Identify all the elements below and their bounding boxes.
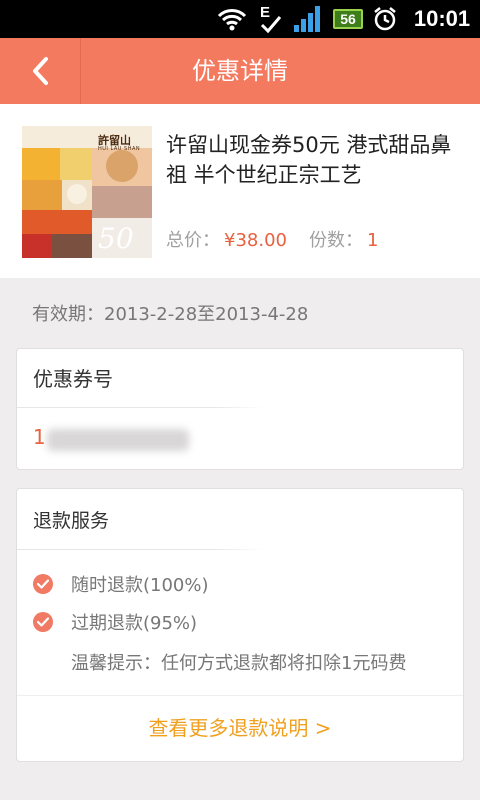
refund-item-label: 随时退款(100%) bbox=[71, 575, 209, 596]
refund-item-expired: 过期退款(95%) bbox=[33, 607, 197, 637]
total-price-value: ¥38.00 bbox=[224, 230, 287, 251]
refund-item-label: 过期退款(95%) bbox=[71, 613, 198, 634]
network-type-text: E bbox=[260, 4, 270, 21]
quantity-label: 份数： bbox=[308, 230, 363, 251]
edge-network-icon: E bbox=[256, 0, 286, 38]
wifi-icon bbox=[212, 0, 252, 38]
quantity-value: 1 bbox=[366, 230, 379, 251]
coupon-header-divider bbox=[17, 407, 263, 408]
alarm-icon bbox=[368, 0, 402, 38]
refund-item-anytime: 随时退款(100%) bbox=[33, 569, 209, 599]
product-image: 許留山 HUI LAU SHAN 50 bbox=[22, 126, 152, 258]
chevron-left-icon bbox=[33, 57, 48, 85]
back-button[interactable] bbox=[0, 38, 80, 104]
signal-icon bbox=[290, 0, 326, 38]
product-image-brand-en: HUI LAU SHAN bbox=[98, 146, 141, 152]
product-image-value: 50 bbox=[98, 222, 134, 255]
coupon-code-value: 1 bbox=[33, 425, 46, 449]
battery-level: 56 bbox=[333, 9, 363, 29]
check-icon bbox=[33, 574, 53, 594]
status-bar: E 56 10:01 bbox=[0, 0, 480, 38]
price-line: 总价： ¥38.00 份数： 1 bbox=[166, 226, 382, 252]
coupon-code-blurred bbox=[47, 429, 189, 451]
validity-period: 有效期：2013-2-28至2013-4-28 bbox=[32, 304, 309, 325]
total-price-label: 总价： bbox=[166, 230, 220, 251]
coupon-code-header: 优惠券号 bbox=[33, 367, 113, 391]
refund-header-divider bbox=[17, 549, 263, 550]
more-refund-info-link[interactable]: 查看更多退款说明 > bbox=[17, 695, 463, 761]
refund-tip: 温馨提示：任何方式退款都将扣除1元码费 bbox=[71, 653, 407, 674]
status-time: 10:01 bbox=[413, 6, 471, 31]
battery-icon: 56 bbox=[330, 0, 366, 38]
coupon-code-card: 优惠券号 1 bbox=[16, 348, 464, 470]
check-icon bbox=[33, 612, 53, 632]
title-divider bbox=[80, 38, 81, 104]
title-bar: 优惠详情 bbox=[0, 38, 480, 104]
refund-service-header: 退款服务 bbox=[33, 510, 110, 532]
product-title: 许留山现金券50元 港式甜品鼻祖 半个世纪正宗工艺 bbox=[166, 133, 452, 187]
refund-service-card: 退款服务 随时退款(100%) 过期退款(95%) 温馨提示：任何方式退款都将扣… bbox=[16, 488, 464, 762]
